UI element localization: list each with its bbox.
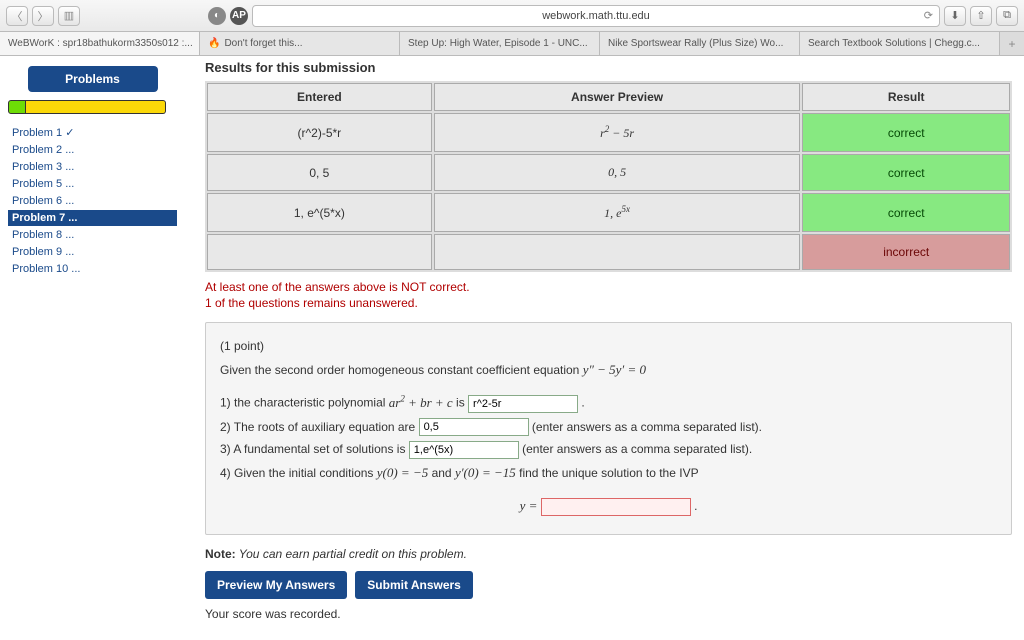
new-tab-button[interactable]: + <box>1000 32 1024 55</box>
table-row: 1, e^(5*x) 1, e5x correct <box>207 193 1010 232</box>
browser-toolbar: 〈 〉 ▥ ◐ AP webwork.math.ttu.edu ⟳ ⬇ ⇧ ⧉ <box>0 0 1024 32</box>
content: Results for this submission Entered Answ… <box>185 56 1024 640</box>
col-entered: Entered <box>207 83 432 111</box>
back-button[interactable]: 〈 <box>6 6 28 26</box>
problems-button[interactable]: Problems <box>28 66 158 92</box>
sidebar-item-problem-1[interactable]: Problem 1 ✓ <box>8 124 177 141</box>
url-text: webwork.math.ttu.edu <box>542 10 650 22</box>
problem-body: (1 point) Given the second order homogen… <box>205 322 1012 535</box>
question-4: 4) Given the initial conditions y(0) = −… <box>220 461 997 486</box>
sidebar-item-problem-7[interactable]: Problem 7 ... <box>8 210 177 226</box>
sidebar: Problems Problem 1 ✓ Problem 2 ... Probl… <box>0 56 185 640</box>
tab-nike[interactable]: Nike Sportswear Rally (Plus Size) Wo... <box>600 32 800 55</box>
adblock-icon: AP <box>230 7 248 25</box>
table-row: (r^2)-5*r r2 − 5r correct <box>207 113 1010 152</box>
submit-answers-button[interactable]: Submit Answers <box>355 571 473 599</box>
sidebar-item-problem-9[interactable]: Problem 9 ... <box>8 244 177 260</box>
privacy-icon: ◐ <box>208 7 226 25</box>
tab-step-up[interactable]: Step Up: High Water, Episode 1 - UNC... <box>400 32 600 55</box>
sidebar-item-problem-3[interactable]: Problem 3 ... <box>8 159 177 175</box>
score-recorded: Your score was recorded. <box>205 607 1012 621</box>
answer-input-4[interactable] <box>541 498 691 516</box>
prompt-line: Given the second order homogeneous const… <box>220 358 997 383</box>
progress-bar <box>8 100 177 114</box>
results-table: Entered Answer Preview Result (r^2)-5*r … <box>205 81 1012 272</box>
results-heading: Results for this submission <box>205 60 1012 75</box>
question-3: 3) A fundamental set of solutions is (en… <box>220 438 997 461</box>
forward-button[interactable]: 〉 <box>32 6 54 26</box>
error-line-1: At least one of the answers above is NOT… <box>205 280 1012 294</box>
sidebar-item-problem-5[interactable]: Problem 5 ... <box>8 176 177 192</box>
reload-icon[interactable]: ⟳ <box>924 9 933 22</box>
preview-answers-button[interactable]: Preview My Answers <box>205 571 347 599</box>
tab-dont-forget[interactable]: 🔥Don't forget this... <box>200 32 400 55</box>
progress-remaining <box>26 100 166 114</box>
sidebar-toggle-button[interactable]: ▥ <box>58 6 80 26</box>
tab-webwork[interactable]: WeBWorK : spr18bathukorm3350s012 :... <box>0 32 200 55</box>
note-line: Note: You can earn partial credit on thi… <box>205 547 1012 561</box>
col-result: Result <box>802 83 1010 111</box>
table-row: incorrect <box>207 234 1010 270</box>
sidebar-item-problem-6[interactable]: Problem 6 ... <box>8 193 177 209</box>
answer-input-1[interactable] <box>468 395 578 413</box>
answer-input-2[interactable] <box>419 418 529 436</box>
share-icon[interactable]: ⇧ <box>970 6 992 26</box>
address-bar[interactable]: webwork.math.ttu.edu ⟳ <box>252 5 940 27</box>
sidebar-item-problem-8[interactable]: Problem 8 ... <box>8 227 177 243</box>
sidebar-item-problem-2[interactable]: Problem 2 ... <box>8 142 177 158</box>
answer-input-3[interactable] <box>409 441 519 459</box>
download-icon[interactable]: ⬇ <box>944 6 966 26</box>
error-line-2: 1 of the questions remains unanswered. <box>205 296 1012 310</box>
fire-icon: 🔥 <box>208 38 220 49</box>
tabs-icon[interactable]: ⧉ <box>996 6 1018 26</box>
table-row: 0, 5 0, 5 correct <box>207 154 1010 191</box>
col-preview: Answer Preview <box>434 83 801 111</box>
y-equals-row: y = . <box>220 494 997 519</box>
question-1: 1) the characteristic polynomial ar2 + b… <box>220 390 997 415</box>
question-2: 2) The roots of auxiliary equation are (… <box>220 416 997 439</box>
sidebar-item-problem-10[interactable]: Problem 10 ... <box>8 261 177 277</box>
tab-strip: WeBWorK : spr18bathukorm3350s012 :... 🔥D… <box>0 32 1024 56</box>
points-label: (1 point) <box>220 335 997 358</box>
tab-chegg[interactable]: Search Textbook Solutions | Chegg.c... <box>800 32 1000 55</box>
progress-correct <box>8 100 26 114</box>
